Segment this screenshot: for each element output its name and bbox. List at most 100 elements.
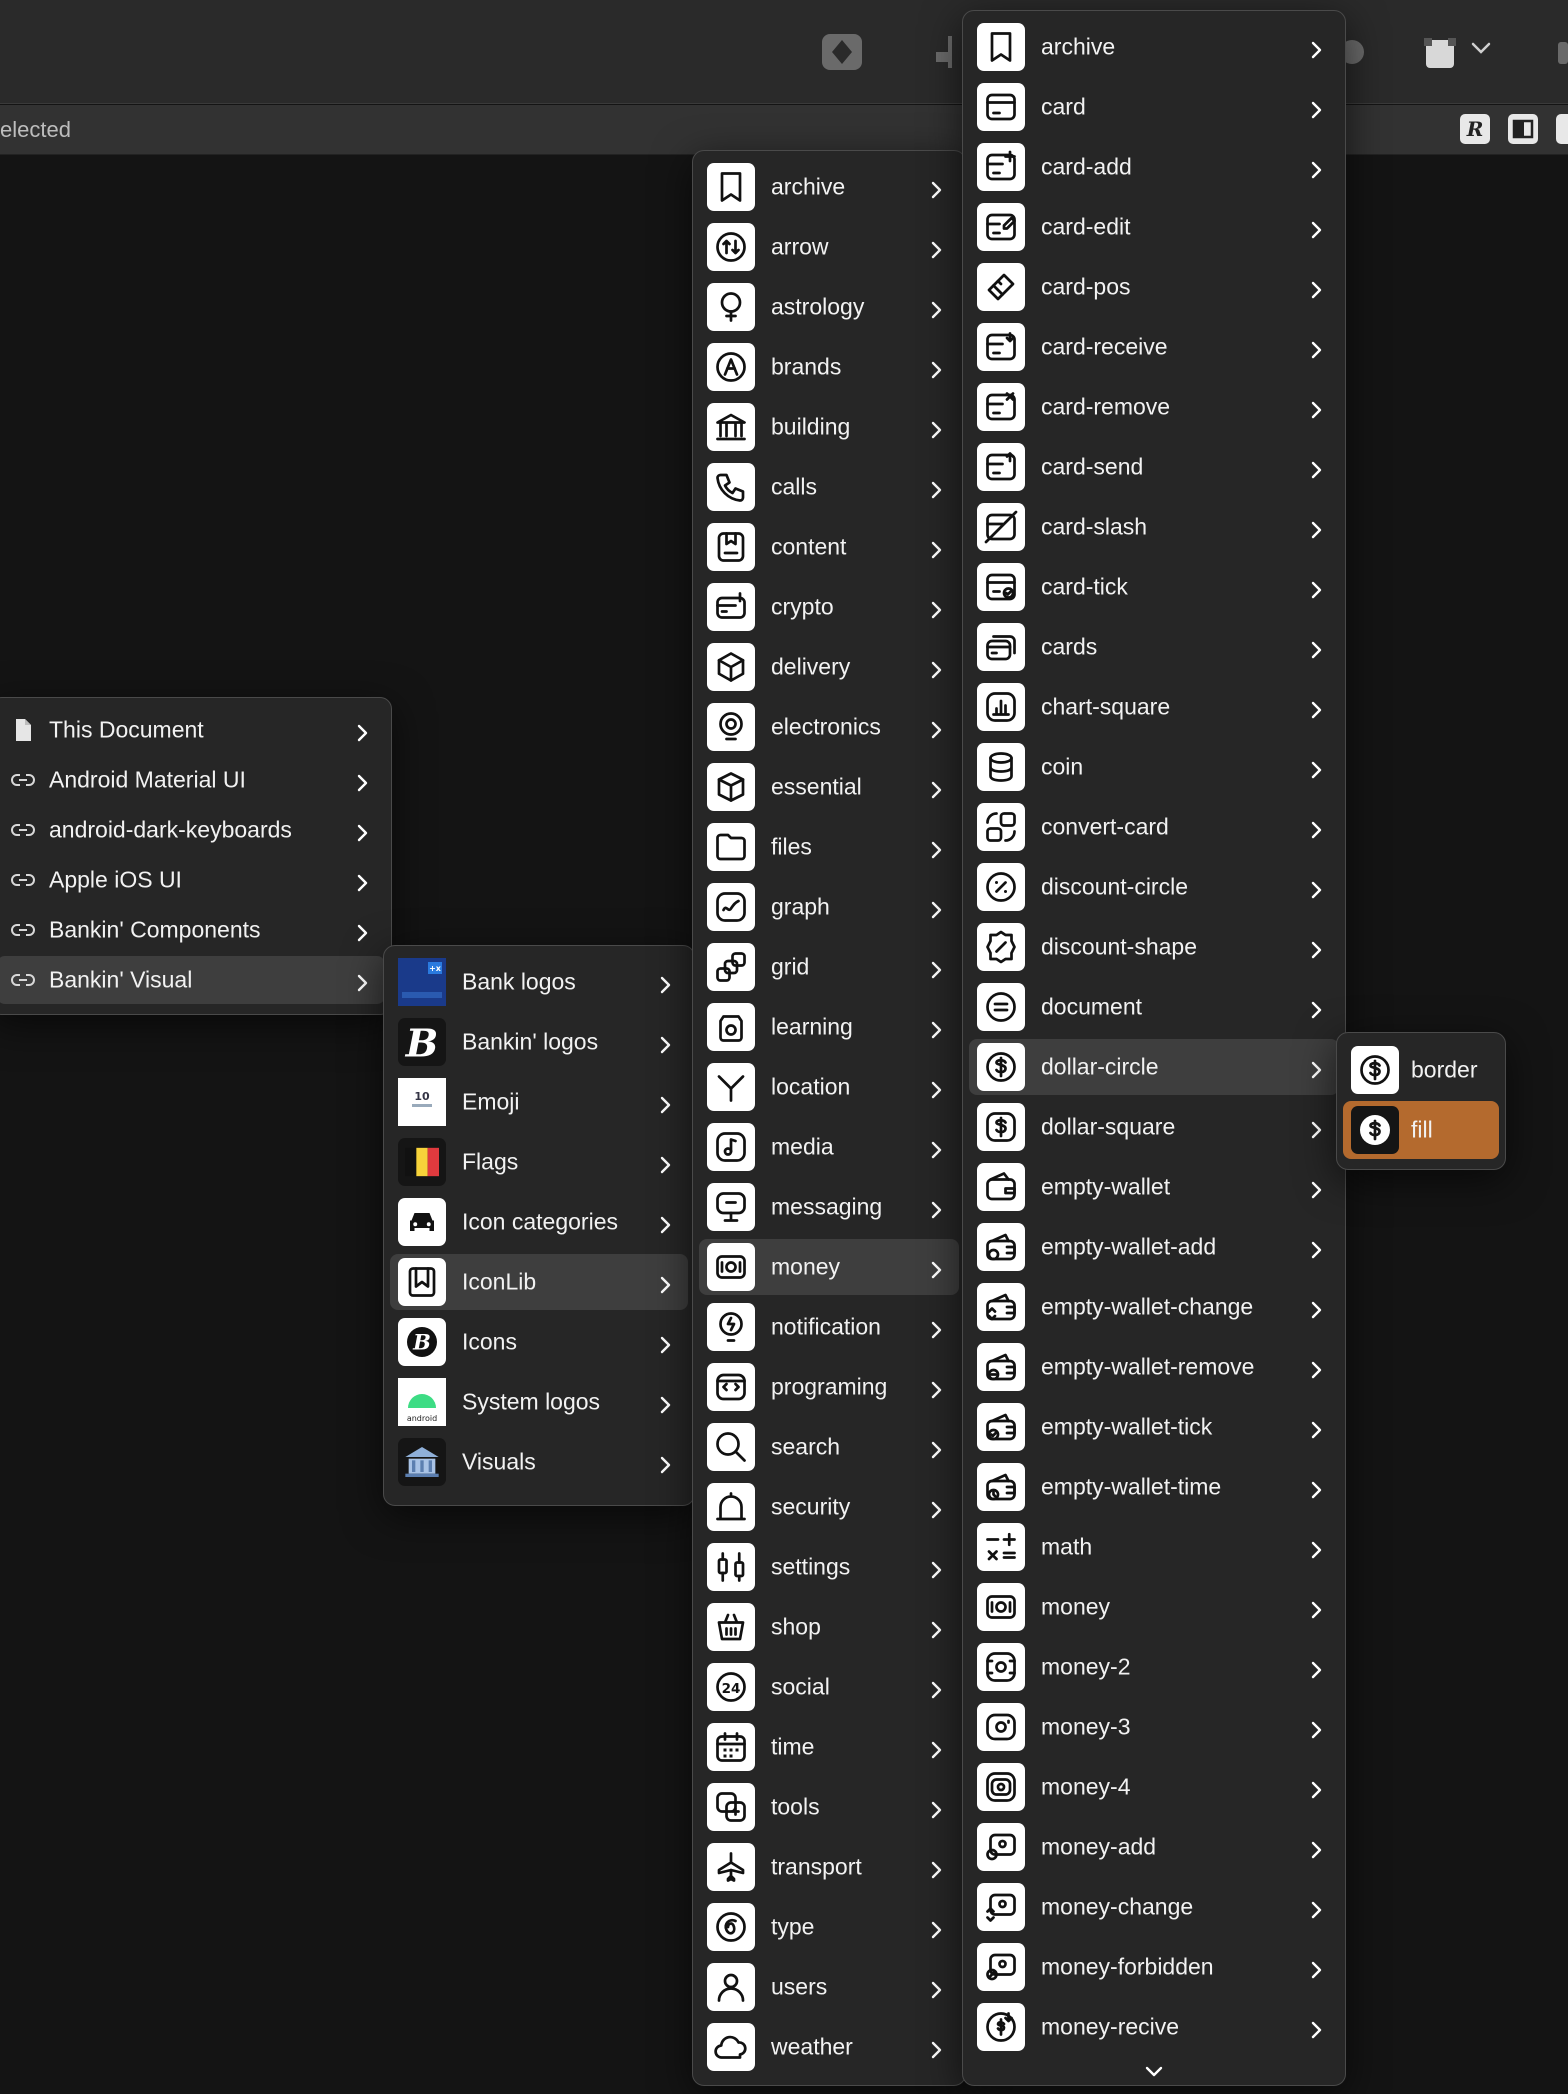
- money-item-coin[interactable]: coin: [969, 739, 1339, 795]
- category-item-archive[interactable]: archive: [699, 159, 959, 215]
- money-item-card-slash[interactable]: card-slash: [969, 499, 1339, 555]
- money-item-dollar-circle[interactable]: dollar-circle: [969, 1039, 1339, 1095]
- money-item-empty-wallet-time[interactable]: empty-wallet-time: [969, 1459, 1339, 1515]
- money-item-card-pos[interactable]: card-pos: [969, 259, 1339, 315]
- visual-item-iconlib[interactable]: IconLib: [390, 1254, 688, 1310]
- category-item-essential[interactable]: essential: [699, 759, 959, 815]
- wallet-change-icon: [977, 1283, 1025, 1331]
- money-item-label: card-tick: [1041, 573, 1128, 600]
- money-item-money-recive[interactable]: money-recive: [969, 1999, 1339, 2055]
- category-item-users[interactable]: users: [699, 1959, 959, 2015]
- money-item-discount-shape[interactable]: discount-shape: [969, 919, 1339, 975]
- astrology-icon: [707, 283, 755, 331]
- money-item-discount-circle[interactable]: discount-circle: [969, 859, 1339, 915]
- inspector-icon[interactable]: [1508, 114, 1538, 144]
- panel-toggle-icon[interactable]: [1556, 114, 1568, 144]
- money-item-empty-wallet-tick[interactable]: empty-wallet-tick: [969, 1399, 1339, 1455]
- category-item-security[interactable]: security: [699, 1479, 959, 1535]
- category-item-shop[interactable]: shop: [699, 1599, 959, 1655]
- money-item-convert-card[interactable]: convert-card: [969, 799, 1339, 855]
- category-item-time[interactable]: time: [699, 1719, 959, 1775]
- visual-item-icons[interactable]: B Icons: [390, 1314, 688, 1370]
- category-item-money[interactable]: money: [699, 1239, 959, 1295]
- money-item-empty-wallet-add[interactable]: empty-wallet-add: [969, 1219, 1339, 1275]
- money-item-chart-square[interactable]: chart-square: [969, 679, 1339, 735]
- money-item-empty-wallet-change[interactable]: empty-wallet-change: [969, 1279, 1339, 1335]
- category-item-tools[interactable]: tools: [699, 1779, 959, 1835]
- category-item-settings[interactable]: settings: [699, 1539, 959, 1595]
- overflow-icon[interactable]: [1558, 42, 1568, 64]
- category-item-arrow[interactable]: arrow: [699, 219, 959, 275]
- category-item-weather[interactable]: weather: [699, 2019, 959, 2075]
- category-item-media[interactable]: media: [699, 1119, 959, 1175]
- money-item-money-3[interactable]: money-3: [969, 1699, 1339, 1755]
- money-item-money[interactable]: money: [969, 1579, 1339, 1635]
- money-item-card-send[interactable]: card-send: [969, 439, 1339, 495]
- category-item-label: crypto: [771, 593, 834, 620]
- money-item-document[interactable]: document: [969, 979, 1339, 1035]
- chevron-down-icon[interactable]: [1470, 40, 1492, 56]
- category-item-type[interactable]: type: [699, 1899, 959, 1955]
- category-item-crypto[interactable]: crypto: [699, 579, 959, 635]
- money-item-empty-wallet[interactable]: empty-wallet: [969, 1159, 1339, 1215]
- money-item-card-remove[interactable]: card-remove: [969, 379, 1339, 435]
- align-icon[interactable]: [936, 34, 960, 70]
- visual-item-flags[interactable]: Flags: [390, 1134, 688, 1190]
- library-item-bankin-components[interactable]: Bankin' Components: [0, 906, 385, 954]
- category-item-calls[interactable]: calls: [699, 459, 959, 515]
- script-r-icon[interactable]: R: [1460, 114, 1490, 144]
- library-item-apple-ios-ui[interactable]: Apple iOS UI: [0, 856, 385, 904]
- category-item-electronics[interactable]: electronics: [699, 699, 959, 755]
- category-item-delivery[interactable]: delivery: [699, 639, 959, 695]
- money-item-dollar-square[interactable]: dollar-square: [969, 1099, 1339, 1155]
- category-item-files[interactable]: files: [699, 819, 959, 875]
- chevron-right-icon: [656, 1333, 674, 1354]
- scroll-down-icon[interactable]: [1144, 2065, 1164, 2079]
- resize-icon[interactable]: [1422, 34, 1464, 74]
- category-item-transport[interactable]: transport: [699, 1839, 959, 1895]
- category-item-social[interactable]: 24 social: [699, 1659, 959, 1715]
- category-item-astrology[interactable]: astrology: [699, 279, 959, 335]
- money-item-archive[interactable]: archive: [969, 19, 1339, 75]
- svg-text:10: 10: [414, 1090, 430, 1103]
- visual-item-visuals[interactable]: Visuals: [390, 1434, 688, 1490]
- library-item-bankin-visual[interactable]: Bankin' Visual: [0, 956, 385, 1004]
- visual-item-bank-logos[interactable]: +x Bank logos: [390, 954, 688, 1010]
- money-item-money-forbidden[interactable]: money-forbidden: [969, 1939, 1339, 1995]
- chevron-right-icon: [927, 478, 945, 499]
- money-item-card-edit[interactable]: card-edit: [969, 199, 1339, 255]
- category-item-programing[interactable]: programing: [699, 1359, 959, 1415]
- category-item-brands[interactable]: brands: [699, 339, 959, 395]
- money-item-math[interactable]: math: [969, 1519, 1339, 1575]
- visual-item-system-logos[interactable]: android System logos: [390, 1374, 688, 1430]
- library-item-android-dark-keyboards[interactable]: android-dark-keyboards: [0, 806, 385, 854]
- money-item-card-add[interactable]: card-add: [969, 139, 1339, 195]
- visual-item-emoji[interactable]: 10 Emoji: [390, 1074, 688, 1130]
- library-item-this-document[interactable]: This Document: [0, 706, 385, 754]
- category-item-location[interactable]: location: [699, 1059, 959, 1115]
- category-item-search[interactable]: search: [699, 1419, 959, 1475]
- money-item-empty-wallet-remove[interactable]: empty-wallet-remove: [969, 1339, 1339, 1395]
- money-item-card-tick[interactable]: card-tick: [969, 559, 1339, 615]
- category-item-grid[interactable]: grid: [699, 939, 959, 995]
- money-item-cards[interactable]: cards: [969, 619, 1339, 675]
- money-item-money-2[interactable]: money-2: [969, 1639, 1339, 1695]
- money-item-card-receive[interactable]: card-receive: [969, 319, 1339, 375]
- category-item-learning[interactable]: learning: [699, 999, 959, 1055]
- visual-item-icon-categories[interactable]: Icon categories: [390, 1194, 688, 1250]
- money-item-label: card-send: [1041, 453, 1144, 480]
- category-item-messaging[interactable]: messaging: [699, 1179, 959, 1235]
- money-item-money-4[interactable]: money-4: [969, 1759, 1339, 1815]
- component-icon[interactable]: [820, 32, 864, 72]
- money-item-card[interactable]: card: [969, 79, 1339, 135]
- visual-item-bankin-logos[interactable]: B Bankin' logos: [390, 1014, 688, 1070]
- money-item-money-add[interactable]: money-add: [969, 1819, 1339, 1875]
- library-item-android-material-ui[interactable]: Android Material UI: [0, 756, 385, 804]
- category-item-content[interactable]: content: [699, 519, 959, 575]
- category-item-graph[interactable]: graph: [699, 879, 959, 935]
- money-item-money-change[interactable]: money-change: [969, 1879, 1339, 1935]
- category-item-notification[interactable]: notification: [699, 1299, 959, 1355]
- variant-item-fill[interactable]: fill: [1343, 1101, 1499, 1159]
- category-item-building[interactable]: building: [699, 399, 959, 455]
- variant-item-border[interactable]: border: [1343, 1041, 1499, 1099]
